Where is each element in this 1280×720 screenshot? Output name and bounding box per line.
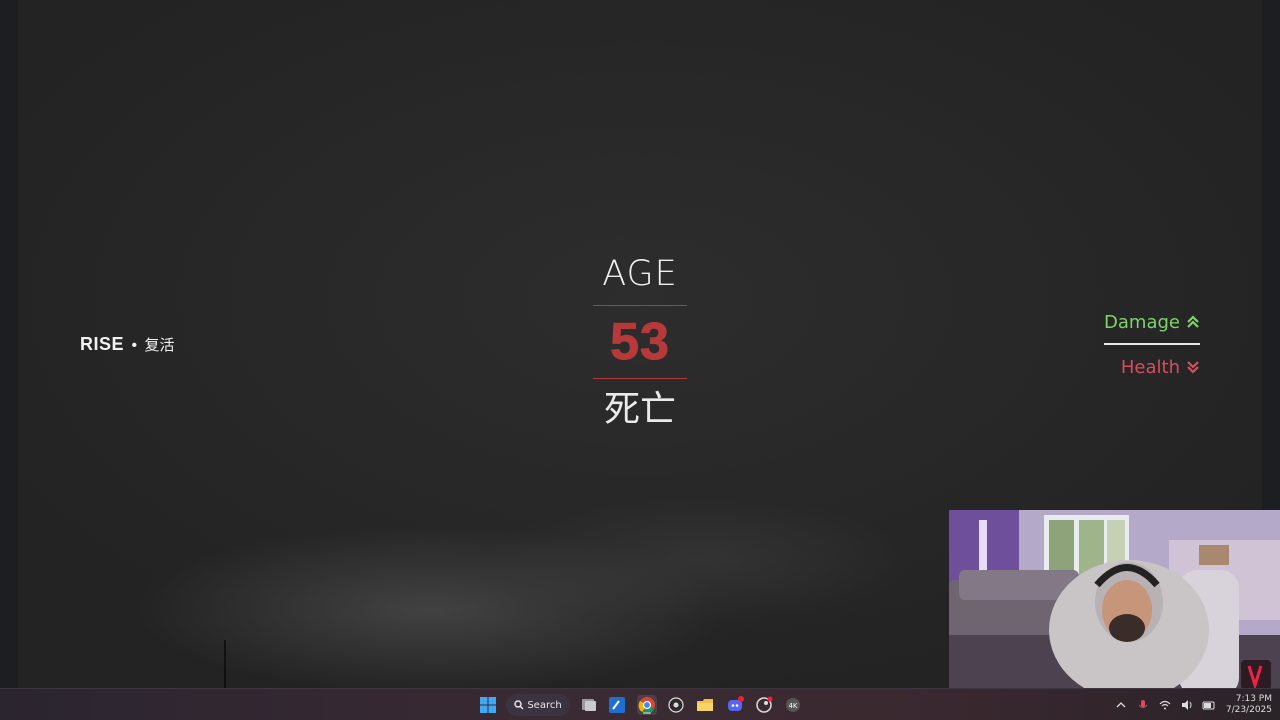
webcam-overlay xyxy=(949,510,1280,696)
search-label: Search xyxy=(527,699,562,711)
age-label: AGE xyxy=(602,254,678,294)
stat-divider xyxy=(1104,343,1200,345)
search-icon xyxy=(514,700,524,710)
obs-icon[interactable] xyxy=(666,695,686,715)
rise-title: RISE xyxy=(80,334,125,354)
battery-icon[interactable] xyxy=(1202,698,1216,712)
clock-time: 7:13 PM xyxy=(1235,694,1272,704)
chrome-icon[interactable] xyxy=(637,695,657,715)
age-divider-bottom xyxy=(593,378,687,379)
taskbar-search-button[interactable]: Search xyxy=(506,694,570,716)
windows-start-icon[interactable] xyxy=(478,695,498,715)
cursor-line xyxy=(224,640,226,692)
4k-app-icon[interactable]: 4K xyxy=(783,695,803,715)
taskbar-clock[interactable]: 7:13 PM 7/23/2025 xyxy=(1226,694,1272,716)
game-screen: RISE • 复活 AGE 53 死亡 Damage Health Search… xyxy=(0,0,1280,720)
chevron-up-icon[interactable] xyxy=(1114,698,1128,712)
wifi-icon[interactable] xyxy=(1158,698,1172,712)
discord-icon[interactable] xyxy=(725,695,745,715)
rise-label: RISE • 复活 xyxy=(80,334,175,355)
left-border xyxy=(0,0,18,688)
file-explorer-icon[interactable] xyxy=(695,695,715,715)
age-panel: AGE 53 死亡 xyxy=(590,253,690,433)
webcam-feed-image xyxy=(949,510,1280,696)
stat-health-label: Health xyxy=(1120,356,1180,378)
microphone-icon[interactable] xyxy=(1136,698,1150,712)
task-view-icon[interactable] xyxy=(579,695,599,715)
stat-damage: Damage xyxy=(1096,308,1200,336)
age-divider-top xyxy=(593,305,687,306)
age-status: 死亡 xyxy=(603,389,676,430)
stat-changes: Damage Health xyxy=(1096,308,1200,381)
volume-icon[interactable] xyxy=(1180,698,1194,712)
svg-text:4K: 4K xyxy=(788,702,797,710)
stat-damage-label: Damage xyxy=(1104,311,1180,333)
age-value: 53 xyxy=(610,313,670,371)
active-indicator xyxy=(643,712,651,714)
steam-icon[interactable] xyxy=(754,695,774,715)
rise-separator: • xyxy=(131,337,138,354)
clock-date: 7/23/2025 xyxy=(1225,705,1272,715)
editor-app-icon[interactable] xyxy=(607,695,627,715)
stat-health: Health xyxy=(1096,353,1200,381)
chevron-double-down-icon xyxy=(1187,361,1199,374)
system-tray: 7:13 PM 7/23/2025 xyxy=(1110,689,1272,720)
rise-chinese-label: 复活 xyxy=(144,336,175,354)
windows-taskbar: Search 4K 7:13 PM 7/23/2025 xyxy=(0,688,1280,720)
chevron-double-up-icon xyxy=(1187,315,1199,328)
